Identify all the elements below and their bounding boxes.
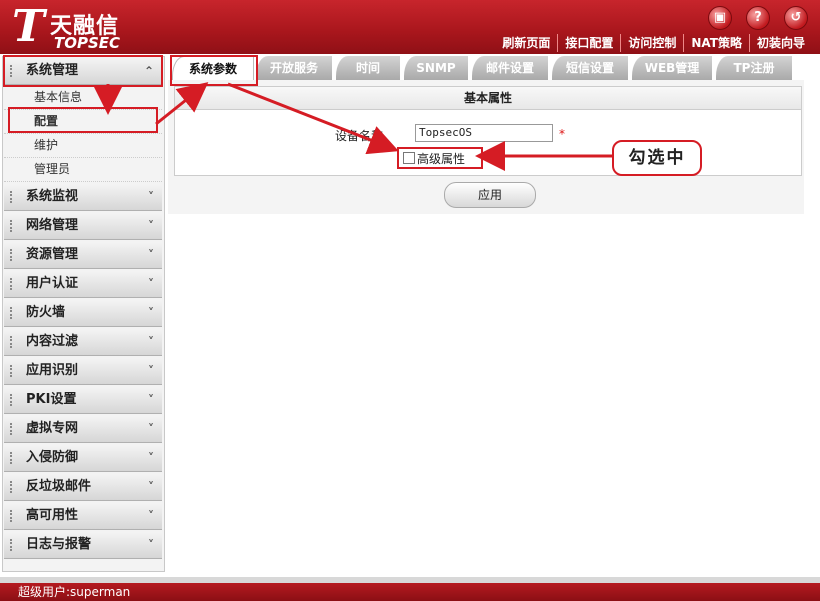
grip-icon [10,278,22,290]
grip-icon [10,539,22,551]
chevron-down-icon: ˅ [148,248,154,262]
chevron-down-icon: ˅ [148,538,154,552]
grip-icon [10,394,22,406]
chevron-down-icon: ˅ [148,306,154,320]
chevron-up-icon: ⌃ [143,64,154,78]
top-nav: 刷新页面 接口配置 访问控制 NAT策略 初装向导 [495,34,812,52]
topnav-nat-policy[interactable]: NAT策略 [683,34,749,52]
chevron-down-icon: ˅ [148,219,154,233]
tab-mail-settings[interactable]: 邮件设置 [472,56,548,80]
save-icon[interactable]: ▣ [708,6,732,30]
logo-t-mark: T [12,1,45,52]
tab-sms-settings[interactable]: 短信设置 [552,56,628,80]
sidebar-item-vpn[interactable]: 虚拟专网 ˅ [4,416,162,443]
sidebar-item-app-identify[interactable]: 应用识别 ˅ [4,358,162,385]
grip-icon [10,365,22,377]
topnav-interface-config[interactable]: 接口配置 [557,34,620,52]
chevron-down-icon: ˅ [148,190,154,204]
sidebar-item-system-monitor[interactable]: 系统监视 ˅ [4,184,162,211]
panel-title: 基本属性 [175,87,801,110]
advanced-properties-label: 高级属性 [417,152,466,166]
device-name-input[interactable]: TopsecOS [415,124,553,142]
header-bar: T 天融信 TOPSEC ▣ ? ↺ 刷新页面 接口配置 访问控制 NAT策略 … [0,0,820,54]
sidebar-item-firewall[interactable]: 防火墙 ˅ [4,300,162,327]
sidebar-subitem-config[interactable]: 配置 [4,109,162,134]
sidebar-item-resource[interactable]: 资源管理 ˅ [4,242,162,269]
chevron-down-icon: ˅ [148,393,154,407]
check-callout: 勾选中 [612,140,702,176]
topnav-setup-wizard[interactable]: 初装向导 [748,34,812,52]
sidebar-item-pki[interactable]: PKI设置 ˅ [4,387,162,414]
grip-icon [10,191,22,203]
chevron-down-icon: ˅ [148,335,154,349]
basic-properties-panel: 基本属性 设备名称 TopsecOS * 高级属性 [174,86,802,176]
current-user-text: 超级用户:superman [18,585,131,599]
grip-icon [10,220,22,232]
sidebar-item-network[interactable]: 网络管理 ˅ [4,213,162,240]
tab-open-services[interactable]: 开放服务 [256,56,332,80]
advanced-properties-highlight: 高级属性 [397,147,483,169]
topnav-access-control[interactable]: 访问控制 [620,34,683,52]
brand-name-en: TOPSEC [54,34,121,52]
grip-icon [10,307,22,319]
chevron-down-icon: ˅ [148,364,154,378]
grip-icon [10,510,22,522]
grip-icon [10,65,22,77]
sidebar-subitem-basic-info[interactable]: 基本信息 [4,85,162,110]
tab-bar: 系统参数 开放服务 时间 SNMP 邮件设置 短信设置 WEB管理 TP注册 [168,56,804,83]
sidebar-item-content-filter[interactable]: 内容过滤 ˅ [4,329,162,356]
status-bar: 超级用户:superman [0,583,820,601]
grip-icon [10,481,22,493]
required-mark: * [559,127,565,141]
sidebar-item-user-auth[interactable]: 用户认证 ˅ [4,271,162,298]
topnav-refresh[interactable]: 刷新页面 [495,34,557,52]
sidebar-item-high-availability[interactable]: 高可用性 ˅ [4,503,162,530]
grip-icon [10,336,22,348]
tab-web-management[interactable]: WEB管理 [632,56,712,80]
chevron-down-icon: ˅ [148,509,154,523]
device-name-label: 设备名称 [335,129,384,143]
sidebar-item-system-management[interactable]: 系统管理 ⌃ [4,58,162,85]
sidebar-subitem-admin[interactable]: 管理员 [4,157,162,182]
tab-system-params[interactable]: 系统参数 [172,56,254,83]
chevron-down-icon: ˅ [148,277,154,291]
chevron-down-icon: ˅ [148,480,154,494]
sidebar-subitem-maintenance[interactable]: 维护 [4,133,162,158]
advanced-properties-checkbox[interactable] [403,152,415,164]
sidebar-item-antispam[interactable]: 反垃圾邮件 ˅ [4,474,162,501]
help-icon[interactable]: ? [746,6,770,30]
logout-icon[interactable]: ↺ [784,6,808,30]
apply-button[interactable]: 应用 [444,182,536,208]
grip-icon [10,423,22,435]
topsec-logo: T 天融信 TOPSEC [10,1,170,53]
main-content: 基本属性 设备名称 TopsecOS * 高级属性 应用 [168,80,804,214]
grip-icon [10,452,22,464]
sidebar-item-log-alarm[interactable]: 日志与报警 ˅ [4,532,162,559]
chevron-down-icon: ˅ [148,422,154,436]
tab-snmp[interactable]: SNMP [404,56,468,80]
tab-time[interactable]: 时间 [336,56,400,80]
sidebar: 系统管理 ⌃ 基本信息 配置 维护 管理员 系统监视 ˅ 网络管理 ˅ 资源管理 ˅ … [2,56,165,572]
chevron-down-icon: ˅ [148,451,154,465]
sidebar-item-label: 系统管理 [26,63,79,78]
grip-icon [10,249,22,261]
tab-tp-register[interactable]: TP注册 [716,56,792,80]
sidebar-item-ips[interactable]: 入侵防御 ˅ [4,445,162,472]
